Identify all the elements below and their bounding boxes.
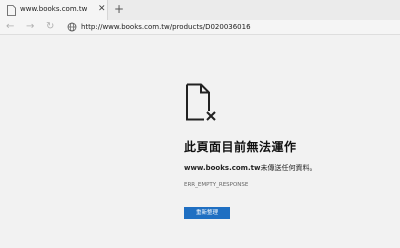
forward-button[interactable]: →: [26, 21, 34, 33]
error-title: 此頁面目前無法運作: [184, 140, 297, 154]
error-description: www.books.com.tw未傳送任何資料。: [184, 163, 316, 173]
tab-strip: www.books.com.tw ✕ +: [0, 0, 400, 20]
error-host: www.books.com.tw: [184, 164, 261, 172]
reload-button[interactable]: ↻: [46, 21, 54, 33]
tab-active[interactable]: www.books.com.tw ✕: [0, 0, 108, 20]
back-button[interactable]: ←: [6, 21, 14, 33]
document-error-icon: [186, 83, 216, 121]
toolbar: ← → ↻ http://www.books.com.tw/products/D…: [0, 20, 400, 35]
error-page: 此頁面目前無法運作 www.books.com.tw未傳送任何資料。 ERR_E…: [0, 36, 400, 248]
globe-icon: [67, 22, 77, 32]
close-icon[interactable]: ✕: [98, 4, 106, 14]
error-message: 未傳送任何資料。: [260, 164, 317, 172]
reload-page-button[interactable]: 重新整理: [184, 207, 230, 219]
page-icon: [7, 5, 16, 16]
browser-window: www.books.com.tw ✕ + ← → ↻ http://www.bo…: [0, 0, 400, 248]
tab-title: www.books.com.tw: [20, 5, 88, 13]
address-bar[interactable]: http://www.books.com.tw/products/D020036…: [81, 23, 251, 31]
error-code: ERR_EMPTY_RESPONSE: [184, 182, 249, 188]
new-tab-button[interactable]: +: [114, 3, 124, 15]
